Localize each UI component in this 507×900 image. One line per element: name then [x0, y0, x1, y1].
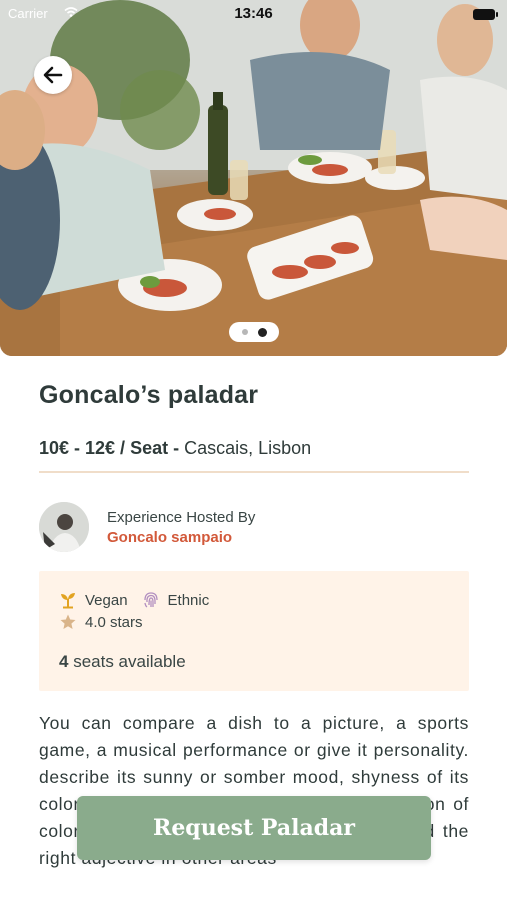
pager-dot-active[interactable]	[257, 327, 267, 337]
divider	[39, 471, 469, 473]
sprout-icon	[61, 593, 75, 609]
host-name-link[interactable]: Goncalo sampaio	[107, 529, 232, 546]
rating-row: 4.0 stars	[59, 613, 143, 631]
host-avatar[interactable]	[39, 502, 89, 552]
seats-label: seats available	[73, 652, 186, 671]
pager-dot[interactable]	[241, 329, 248, 335]
star-icon	[60, 614, 76, 629]
tag-ethnic: Ethnic	[167, 591, 210, 609]
experience-info-card: Vegan Ethnic 4.0 stars 4 seats available	[39, 571, 469, 691]
group-dinner-photo	[0, 0, 507, 356]
hero-image: Carrier 13:46	[0, 0, 507, 356]
status-bar: Carrier 13:46	[0, 0, 507, 28]
rating-text: 4.0 stars	[85, 613, 143, 631]
experience-title: Goncalo’s paladar	[39, 381, 259, 409]
price-range: 10€ - 12€ / Seat -	[39, 438, 180, 458]
status-time: 13:46	[234, 5, 273, 22]
hosted-by-label: Experience Hosted By	[107, 509, 256, 526]
tag-vegan: Vegan	[85, 591, 128, 609]
battery-icon	[473, 9, 498, 20]
price-location-line: 10€ - 12€ / Seat - Cascais, Lisbon	[39, 438, 311, 459]
host-photo	[39, 502, 89, 552]
tag-row: Vegan Ethnic	[59, 591, 209, 609]
location-text: Cascais, Lisbon	[184, 438, 312, 458]
fingerprint-icon	[143, 592, 158, 608]
arrow-left-icon	[43, 66, 63, 84]
seats-available: 4 seats available	[59, 652, 186, 672]
back-button[interactable]	[34, 56, 72, 94]
request-paladar-button[interactable]: Request Paladar	[77, 796, 431, 860]
image-pager[interactable]	[229, 322, 279, 342]
seats-count: 4	[59, 652, 69, 671]
